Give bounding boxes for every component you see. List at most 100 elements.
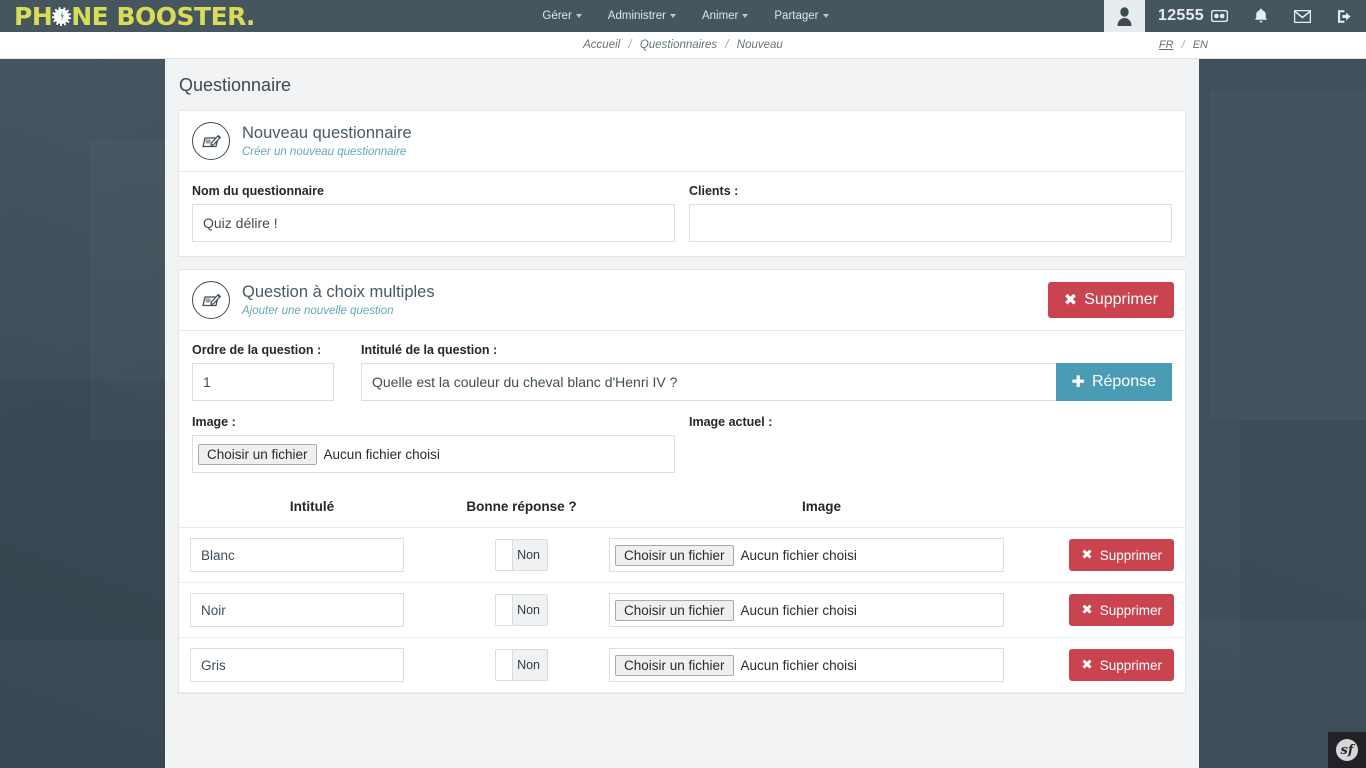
clients-field-group: Clients : xyxy=(689,184,1172,242)
bg-shape xyxy=(0,380,170,640)
choose-file-button[interactable]: Choisir un fichier xyxy=(198,443,317,465)
questionnaire-name-input[interactable] xyxy=(192,204,675,242)
question-title-label: Intitulé de la question : xyxy=(361,343,498,357)
debug-toolbar-button[interactable]: sf xyxy=(1328,732,1366,768)
toggle-knob xyxy=(496,540,513,570)
correct-answer-toggle[interactable]: Non xyxy=(495,594,548,626)
chosen-file-status: Aucun fichier choisi xyxy=(740,657,857,673)
delete-answer-label: Supprimer xyxy=(1099,602,1162,618)
top-bar: PH NE BOOSTER. Gérer Administrer Animer P… xyxy=(0,0,1366,32)
answer-image-file-input[interactable]: Choisir un fichier Aucun fichier choisi xyxy=(609,538,1004,572)
add-reponse-button[interactable]: ✚ Réponse xyxy=(1055,363,1172,401)
column-header-actions xyxy=(1034,487,1185,528)
breadcrumb-item-questionnaires[interactable]: Questionnaires xyxy=(640,39,717,51)
logo-dot: . xyxy=(245,1,256,31)
nav-item-animer[interactable]: Animer xyxy=(701,10,749,22)
question-image-label: Image : xyxy=(192,415,236,429)
choose-file-button[interactable]: Choisir un fichier xyxy=(615,599,734,621)
question-card-title: Question à choix multiples xyxy=(242,283,435,302)
answer-label-input[interactable] xyxy=(190,593,404,627)
breadcrumb-bar: Accueil / Questionnaires / Nouveau FR / … xyxy=(0,32,1366,59)
toggle-label: Non xyxy=(517,603,540,617)
breadcrumb-item-nouveau[interactable]: Nouveau xyxy=(737,39,783,51)
logo-text-first: PH xyxy=(14,1,53,31)
answer-label-input[interactable] xyxy=(190,538,404,572)
questionnaire-name-field-group: Nom du questionnaire xyxy=(192,184,689,242)
symfony-logo-icon: sf xyxy=(1336,739,1358,761)
breadcrumb-item-accueil[interactable]: Accueil xyxy=(583,39,620,51)
breadcrumb-separator: / xyxy=(628,39,632,51)
credits-button[interactable]: 12555 xyxy=(1145,0,1241,32)
question-image-file-input[interactable]: Choisir un fichier Aucun fichier choisi xyxy=(192,435,675,473)
questionnaire-card: Nouveau questionnaire Créer un nouveau q… xyxy=(178,110,1186,257)
clients-input[interactable] xyxy=(689,204,1172,242)
plus-icon: ✚ xyxy=(1071,374,1085,391)
question-order-input[interactable] xyxy=(192,363,334,401)
nav-item-gerer[interactable]: Gérer xyxy=(542,10,582,22)
delete-answer-button[interactable]: ✖ Supprimer xyxy=(1069,594,1174,626)
answer-label-input[interactable] xyxy=(190,648,404,682)
delete-answer-button[interactable]: ✖ Supprimer xyxy=(1069,539,1174,571)
language-switcher: FR / EN xyxy=(1159,39,1208,51)
toggle-label: Non xyxy=(517,658,540,672)
nav-label: Gérer xyxy=(542,10,572,22)
question-current-image-group: Image actuel : xyxy=(689,415,1172,473)
brand-logo[interactable]: PH NE BOOSTER. xyxy=(0,0,267,32)
chevron-down-icon xyxy=(575,14,582,18)
question-card-title-block: Question à choix multiples Ajouter une n… xyxy=(242,283,435,317)
nav-label: Partager xyxy=(774,10,819,22)
messages-button[interactable] xyxy=(1281,0,1324,32)
language-fr[interactable]: FR xyxy=(1159,39,1174,51)
answers-table-head: Intitulé Bonne réponse ? Image xyxy=(179,487,1185,528)
correct-answer-toggle[interactable]: Non xyxy=(495,539,548,571)
table-row: Non Choisir un fichier Aucun fichier cho… xyxy=(179,637,1185,693)
chosen-file-status: Aucun fichier choisi xyxy=(323,446,440,462)
delete-answer-button[interactable]: ✖ Supprimer xyxy=(1069,649,1174,681)
nav-item-partager[interactable]: Partager xyxy=(774,10,829,22)
answers-table: Intitulé Bonne réponse ? Image Non xyxy=(179,487,1185,693)
question-current-image-label: Image actuel : xyxy=(689,415,773,429)
delete-question-button[interactable]: ✖ Supprimer xyxy=(1047,282,1174,318)
language-en[interactable]: EN xyxy=(1193,39,1208,51)
question-title-input[interactable] xyxy=(361,363,1056,401)
correct-answer-toggle[interactable]: Non xyxy=(495,649,548,681)
toggle-knob xyxy=(496,650,513,680)
question-order-label: Ordre de la question : xyxy=(192,343,322,357)
logout-button[interactable] xyxy=(1324,0,1366,32)
question-card-subtitle: Ajouter une nouvelle question xyxy=(242,304,394,317)
chevron-down-icon xyxy=(822,14,829,18)
answer-image-file-input[interactable]: Choisir un fichier Aucun fichier choisi xyxy=(609,648,1004,682)
add-reponse-label: Réponse xyxy=(1091,373,1156,390)
column-header-bonne-reponse: Bonne réponse ? xyxy=(434,487,609,528)
questionnaire-name-label: Nom du questionnaire xyxy=(192,184,324,198)
toggle-label: Non xyxy=(517,548,540,562)
question-title-group: Intitulé de la question : ✚ Réponse xyxy=(361,343,1172,401)
close-icon: ✖ xyxy=(1081,547,1093,562)
close-icon: ✖ xyxy=(1081,602,1093,617)
user-avatar-button[interactable] xyxy=(1104,0,1145,32)
close-icon: ✖ xyxy=(1063,292,1078,309)
language-separator: / xyxy=(1181,39,1185,51)
questionnaire-card-header: Nouveau questionnaire Créer un nouveau q… xyxy=(179,111,1185,172)
choose-file-button[interactable]: Choisir un fichier xyxy=(615,654,734,676)
edit-document-icon xyxy=(192,122,230,160)
bell-icon xyxy=(1254,8,1268,23)
main-content: Questionnaire Nouveau questionnaire Crée… xyxy=(165,59,1199,768)
nav-item-administrer[interactable]: Administrer xyxy=(608,10,676,22)
column-header-intitule: Intitulé xyxy=(179,487,434,528)
answer-image-file-input[interactable]: Choisir un fichier Aucun fichier choisi xyxy=(609,593,1004,627)
delete-answer-label: Supprimer xyxy=(1099,547,1162,563)
coins-icon xyxy=(1211,10,1228,22)
edit-document-icon xyxy=(192,281,230,319)
question-card-body: Ordre de la question : Intitulé de la qu… xyxy=(179,331,1185,487)
choose-file-button[interactable]: Choisir un fichier xyxy=(615,544,734,566)
delete-question-label: Supprimer xyxy=(1084,291,1158,308)
main-navigation: Gérer Administrer Animer Partager xyxy=(267,0,1104,32)
notifications-button[interactable] xyxy=(1241,0,1281,32)
nav-label: Animer xyxy=(701,10,739,22)
chosen-file-status: Aucun fichier choisi xyxy=(740,602,857,618)
bg-shape xyxy=(1210,90,1366,420)
toggle-knob xyxy=(496,595,513,625)
logout-icon xyxy=(1338,9,1351,23)
logo-text-second: NE BOOSTER xyxy=(71,1,246,31)
